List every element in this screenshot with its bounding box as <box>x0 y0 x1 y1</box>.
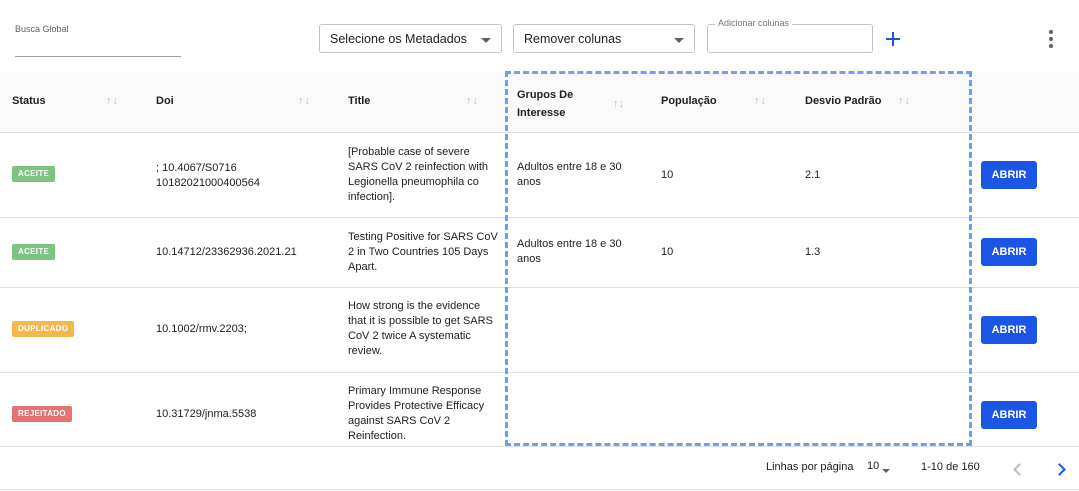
caret-down-icon <box>481 38 491 43</box>
rows-per-page-select[interactable]: 10 <box>867 460 879 472</box>
remove-columns-select[interactable]: Remover colunas <box>513 24 695 53</box>
divider <box>0 489 1079 490</box>
grupos-cell: Adultos entre 18 e 30 anos <box>517 238 622 265</box>
title-cell: Primary Immune Response Provides Protect… <box>348 385 485 442</box>
table-row: DUPLICADO 10.1002/rmv.2203; How strong i… <box>0 288 1079 373</box>
caret-down-icon <box>674 38 684 43</box>
pagination: Linhas por página 10 1-10 de 160 <box>0 447 1079 491</box>
doi-cell: ; 10.4067/S0716 10182021000400564 <box>156 162 261 189</box>
sort-icon[interactable]: ↑↓ <box>466 95 479 107</box>
column-header-populacao[interactable]: População <box>661 95 717 107</box>
doi-cell: 10.14712/23362936.2021.21 <box>156 246 297 258</box>
populacao-cell: 10 <box>661 246 674 258</box>
open-button[interactable]: ABRIR <box>981 238 1037 266</box>
populacao-cell: 10 <box>661 169 674 181</box>
sort-icon[interactable]: ↑↓ <box>613 94 624 114</box>
global-search-label: Busca Global <box>15 24 69 34</box>
chevron-left-icon[interactable] <box>1007 459 1027 479</box>
title-cell: Testing Positive for SARS CoV 2 in Two C… <box>348 231 498 273</box>
open-button[interactable]: ABRIR <box>981 401 1037 429</box>
column-header-status[interactable]: Status <box>12 95 46 107</box>
title-cell: How strong is the evidence that it is po… <box>348 300 493 357</box>
table-row: ACEITE ; 10.4067/S0716 10182021000400564… <box>0 133 1079 218</box>
global-search[interactable]: Busca Global <box>15 22 181 57</box>
add-columns-input[interactable] <box>716 31 866 47</box>
sort-icon[interactable]: ↑↓ <box>298 95 311 107</box>
status-badge: ACEITE <box>12 166 56 182</box>
status-badge: ACEITE <box>12 244 56 260</box>
sort-icon[interactable]: ↑↓ <box>754 95 767 107</box>
add-columns-label: Adicionar colunas <box>715 18 793 28</box>
desvio-cell: 2.1 <box>805 169 821 181</box>
sort-icon[interactable]: ↑↓ <box>106 95 119 107</box>
column-header-doi[interactable]: Doi <box>156 95 174 107</box>
status-badge: REJEITADO <box>12 406 72 422</box>
metadata-select[interactable]: Selecione os Metadados <box>319 24 502 53</box>
add-columns-field[interactable]: Adicionar colunas <box>707 18 873 53</box>
grupos-cell: Adultos entre 18 e 30 anos <box>517 161 622 188</box>
metadata-select-value: Selecione os Metadados <box>330 32 467 46</box>
open-button[interactable]: ABRIR <box>981 161 1037 189</box>
column-header-grupos[interactable]: Grupos De Interesse <box>517 86 592 122</box>
chevron-right-icon[interactable] <box>1051 459 1071 479</box>
column-header-title[interactable]: Title <box>348 95 370 107</box>
more-vertical-icon[interactable] <box>1042 28 1060 50</box>
desvio-cell: 1.3 <box>805 246 821 258</box>
doi-cell: 10.31729/jnma.5538 <box>156 408 257 420</box>
doi-cell: 10.1002/rmv.2203; <box>156 323 247 335</box>
caret-down-icon[interactable] <box>882 469 890 473</box>
status-badge: DUPLICADO <box>12 321 75 337</box>
plus-icon[interactable] <box>882 28 904 50</box>
table-row: ACEITE 10.14712/23362936.2021.21 Testing… <box>0 218 1079 288</box>
page-range: 1-10 de 160 <box>921 461 980 473</box>
global-search-input[interactable] <box>15 38 181 56</box>
table-row: REJEITADO 10.31729/jnma.5538 Primary Imm… <box>0 373 1079 447</box>
toolbar: Busca Global Selecione os Metadados Remo… <box>0 0 1079 72</box>
remove-columns-value: Remover colunas <box>524 32 622 46</box>
open-button[interactable]: ABRIR <box>981 316 1037 344</box>
sort-icon[interactable]: ↑↓ <box>898 95 911 107</box>
column-header-desvio[interactable]: Desvio Padrão <box>805 95 881 107</box>
rows-per-page-label: Linhas por página <box>766 461 854 473</box>
title-cell: [Probable case of severe SARS CoV 2 rein… <box>348 146 489 203</box>
table-header: Status ↑↓ Doi ↑↓ Title ↑↓ Grupos De Inte… <box>0 72 1079 133</box>
